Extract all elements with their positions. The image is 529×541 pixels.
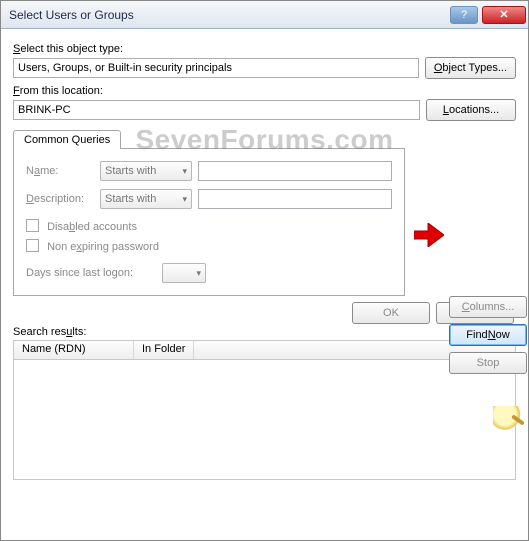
search-folder-icon <box>493 406 527 430</box>
object-type-label: Select this object type: <box>13 43 516 55</box>
arrow-annotation <box>414 223 444 247</box>
help-button[interactable]: ? <box>450 6 478 24</box>
days-since-logon-label: Days since last logon: <box>26 267 156 279</box>
ok-button[interactable]: OK <box>352 302 430 324</box>
titlebar: Select Users or Groups ? ✕ <box>1 1 528 29</box>
name-mode-dropdown[interactable]: Starts with ▾ <box>100 161 192 181</box>
locations-button[interactable]: Locations... <box>426 99 516 121</box>
location-field <box>13 100 420 120</box>
description-mode-dropdown[interactable]: Starts with ▾ <box>100 189 192 209</box>
chevron-down-icon: ▾ <box>182 166 187 177</box>
results-col-name[interactable]: Name (RDN) <box>14 341 134 359</box>
results-col-folder[interactable]: In Folder <box>134 341 194 359</box>
name-input[interactable] <box>198 161 392 181</box>
disabled-accounts-row[interactable]: Disabled accounts <box>26 217 392 233</box>
window-title: Select Users or Groups <box>9 8 448 22</box>
non-expiring-label: Non expiring password <box>47 241 159 253</box>
object-types-button[interactable]: Object Types... <box>425 57 516 79</box>
results-list[interactable] <box>13 360 516 480</box>
days-since-logon-dropdown[interactable]: ▾ <box>162 263 206 283</box>
location-label: From this location: <box>13 85 516 97</box>
non-expiring-row[interactable]: Non expiring password <box>26 237 392 253</box>
find-now-button[interactable]: Find Now <box>449 324 527 346</box>
object-type-field <box>13 58 419 78</box>
disabled-accounts-checkbox[interactable] <box>26 219 39 232</box>
common-queries-panel: Name: Starts with ▾ Description: Starts … <box>13 148 405 296</box>
close-button[interactable]: ✕ <box>482 6 526 24</box>
description-mode-value: Starts with <box>105 193 156 205</box>
description-label: Description: <box>26 193 94 205</box>
results-header: Name (RDN) In Folder <box>13 340 516 360</box>
name-mode-value: Starts with <box>105 165 156 177</box>
tab-common-queries[interactable]: Common Queries <box>13 130 121 149</box>
chevron-down-icon: ▾ <box>182 194 187 205</box>
name-label: Name: <box>26 165 94 177</box>
tab-strip: Common Queries <box>13 129 516 148</box>
search-results-label: Search results: <box>13 326 516 338</box>
chevron-down-icon: ▾ <box>196 268 201 279</box>
disabled-accounts-label: Disabled accounts <box>47 221 137 233</box>
non-expiring-checkbox[interactable] <box>26 239 39 252</box>
description-input[interactable] <box>198 189 392 209</box>
stop-button[interactable]: Stop <box>449 352 527 374</box>
columns-button[interactable]: Columns... <box>449 296 527 318</box>
